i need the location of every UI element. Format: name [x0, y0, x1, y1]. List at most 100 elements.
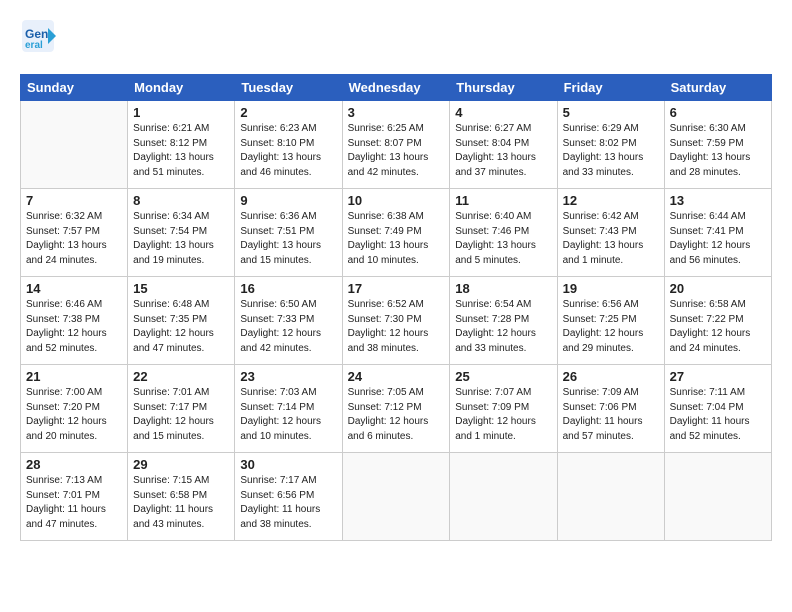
day-info: Sunrise: 6:29 AM Sunset: 8:02 PM Dayligh…	[563, 122, 659, 180]
column-header-saturday: Saturday	[664, 75, 771, 101]
calendar-cell: 12 Sunrise: 6:42 AM Sunset: 7:43 PM Dayli…	[557, 189, 664, 277]
day-info: Sunrise: 7:01 AM Sunset: 7:17 PM Dayligh…	[133, 386, 229, 444]
day-info: Sunrise: 6:42 AM Sunset: 7:43 PM Dayligh…	[563, 210, 659, 268]
calendar-cell: 1 Sunrise: 6:21 AM Sunset: 8:12 PM Daylig…	[128, 101, 235, 189]
day-info: Sunrise: 7:05 AM Sunset: 7:12 PM Dayligh…	[348, 386, 445, 444]
calendar-cell: 24 Sunrise: 7:05 AM Sunset: 7:12 PM Dayli…	[342, 365, 450, 453]
day-info: Sunrise: 6:44 AM Sunset: 7:41 PM Dayligh…	[670, 210, 766, 268]
calendar-cell: 15 Sunrise: 6:48 AM Sunset: 7:35 PM Dayli…	[128, 277, 235, 365]
day-number: 24	[348, 369, 445, 384]
calendar-cell: 6 Sunrise: 6:30 AM Sunset: 7:59 PM Daylig…	[664, 101, 771, 189]
calendar-cell: 27 Sunrise: 7:11 AM Sunset: 7:04 PM Dayli…	[664, 365, 771, 453]
day-info: Sunrise: 7:00 AM Sunset: 7:20 PM Dayligh…	[26, 386, 122, 444]
svg-text:Gen: Gen	[25, 27, 48, 41]
day-number: 14	[26, 281, 122, 296]
calendar-cell: 11Sunrise: 6:40 AM Sunset: 7:46 PM Dayli…	[450, 189, 557, 277]
calendar-cell: 9 Sunrise: 6:36 AM Sunset: 7:51 PM Daylig…	[235, 189, 342, 277]
day-info: Sunrise: 7:13 AM Sunset: 7:01 PM Dayligh…	[26, 474, 122, 532]
day-number: 18	[455, 281, 551, 296]
day-info: Sunrise: 7:15 AM Sunset: 6:58 PM Dayligh…	[133, 474, 229, 532]
column-header-tuesday: Tuesday	[235, 75, 342, 101]
day-info: Sunrise: 6:58 AM Sunset: 7:22 PM Dayligh…	[670, 298, 766, 356]
day-info: Sunrise: 7:17 AM Sunset: 6:56 PM Dayligh…	[240, 474, 336, 532]
calendar-cell: 4 Sunrise: 6:27 AM Sunset: 8:04 PM Daylig…	[450, 101, 557, 189]
day-number: 5	[563, 105, 659, 120]
day-number: 27	[670, 369, 766, 384]
week-row-1: 1 Sunrise: 6:21 AM Sunset: 8:12 PM Daylig…	[21, 101, 772, 189]
day-number: 21	[26, 369, 122, 384]
week-row-5: 28 Sunrise: 7:13 AM Sunset: 7:01 PM Dayli…	[21, 453, 772, 541]
column-header-thursday: Thursday	[450, 75, 557, 101]
day-number: 26	[563, 369, 659, 384]
day-info: Sunrise: 6:30 AM Sunset: 7:59 PM Dayligh…	[670, 122, 766, 180]
day-number: 9	[240, 193, 336, 208]
calendar-cell: 25 Sunrise: 7:07 AM Sunset: 7:09 PM Dayli…	[450, 365, 557, 453]
day-number: 28	[26, 457, 122, 472]
day-number: 11	[455, 193, 551, 208]
day-number: 30	[240, 457, 336, 472]
day-info: Sunrise: 7:11 AM Sunset: 7:04 PM Dayligh…	[670, 386, 766, 444]
column-header-wednesday: Wednesday	[342, 75, 450, 101]
calendar-cell	[664, 453, 771, 541]
day-number: 29	[133, 457, 229, 472]
day-info: Sunrise: 6:32 AM Sunset: 7:57 PM Dayligh…	[26, 210, 122, 268]
day-info: Sunrise: 6:23 AM Sunset: 8:10 PM Dayligh…	[240, 122, 336, 180]
column-header-monday: Monday	[128, 75, 235, 101]
calendar-cell	[557, 453, 664, 541]
logo: Gen eral	[20, 20, 60, 62]
calendar-cell: 20 Sunrise: 6:58 AM Sunset: 7:22 PM Dayli…	[664, 277, 771, 365]
day-info: Sunrise: 6:50 AM Sunset: 7:33 PM Dayligh…	[240, 298, 336, 356]
day-info: Sunrise: 7:09 AM Sunset: 7:06 PM Dayligh…	[563, 386, 659, 444]
day-number: 10	[348, 193, 445, 208]
calendar-cell: 29 Sunrise: 7:15 AM Sunset: 6:58 PM Dayli…	[128, 453, 235, 541]
calendar-cell: 7 Sunrise: 6:32 AM Sunset: 7:57 PM Daylig…	[21, 189, 128, 277]
calendar-cell: 18 Sunrise: 6:54 AM Sunset: 7:28 PM Dayli…	[450, 277, 557, 365]
calendar-cell: 26 Sunrise: 7:09 AM Sunset: 7:06 PM Dayli…	[557, 365, 664, 453]
day-number: 8	[133, 193, 229, 208]
calendar-cell: 5 Sunrise: 6:29 AM Sunset: 8:02 PM Daylig…	[557, 101, 664, 189]
calendar-cell: 28 Sunrise: 7:13 AM Sunset: 7:01 PM Dayli…	[21, 453, 128, 541]
calendar-cell: 2 Sunrise: 6:23 AM Sunset: 8:10 PM Daylig…	[235, 101, 342, 189]
day-number: 17	[348, 281, 445, 296]
calendar-cell: 3Sunrise: 6:25 AM Sunset: 8:07 PM Daylig…	[342, 101, 450, 189]
calendar-cell: 19 Sunrise: 6:56 AM Sunset: 7:25 PM Dayli…	[557, 277, 664, 365]
day-number: 2	[240, 105, 336, 120]
day-number: 12	[563, 193, 659, 208]
week-row-2: 7 Sunrise: 6:32 AM Sunset: 7:57 PM Daylig…	[21, 189, 772, 277]
day-number: 1	[133, 105, 229, 120]
day-number: 3	[348, 105, 445, 120]
logo-icon: Gen eral	[20, 18, 56, 60]
day-number: 15	[133, 281, 229, 296]
day-info: Sunrise: 6:36 AM Sunset: 7:51 PM Dayligh…	[240, 210, 336, 268]
calendar-cell: 16 Sunrise: 6:50 AM Sunset: 7:33 PM Dayli…	[235, 277, 342, 365]
calendar-cell: 13 Sunrise: 6:44 AM Sunset: 7:41 PM Dayli…	[664, 189, 771, 277]
calendar-cell: 8 Sunrise: 6:34 AM Sunset: 7:54 PM Daylig…	[128, 189, 235, 277]
day-info: Sunrise: 6:21 AM Sunset: 8:12 PM Dayligh…	[133, 122, 229, 180]
day-info: Sunrise: 7:07 AM Sunset: 7:09 PM Dayligh…	[455, 386, 551, 444]
day-info: Sunrise: 6:48 AM Sunset: 7:35 PM Dayligh…	[133, 298, 229, 356]
day-number: 25	[455, 369, 551, 384]
day-number: 7	[26, 193, 122, 208]
column-header-friday: Friday	[557, 75, 664, 101]
day-info: Sunrise: 6:34 AM Sunset: 7:54 PM Dayligh…	[133, 210, 229, 268]
day-info: Sunrise: 6:56 AM Sunset: 7:25 PM Dayligh…	[563, 298, 659, 356]
calendar-cell: 22 Sunrise: 7:01 AM Sunset: 7:17 PM Dayli…	[128, 365, 235, 453]
day-info: Sunrise: 6:54 AM Sunset: 7:28 PM Dayligh…	[455, 298, 551, 356]
day-number: 22	[133, 369, 229, 384]
day-number: 4	[455, 105, 551, 120]
week-row-4: 21 Sunrise: 7:00 AM Sunset: 7:20 PM Dayli…	[21, 365, 772, 453]
svg-text:eral: eral	[25, 40, 43, 51]
day-number: 16	[240, 281, 336, 296]
column-header-sunday: Sunday	[21, 75, 128, 101]
week-row-3: 14 Sunrise: 6:46 AM Sunset: 7:38 PM Dayli…	[21, 277, 772, 365]
day-number: 20	[670, 281, 766, 296]
day-number: 13	[670, 193, 766, 208]
day-number: 23	[240, 369, 336, 384]
day-info: Sunrise: 6:46 AM Sunset: 7:38 PM Dayligh…	[26, 298, 122, 356]
day-number: 6	[670, 105, 766, 120]
calendar-header-row: SundayMondayTuesdayWednesdayThursdayFrid…	[21, 75, 772, 101]
day-info: Sunrise: 6:27 AM Sunset: 8:04 PM Dayligh…	[455, 122, 551, 180]
day-info: Sunrise: 7:03 AM Sunset: 7:14 PM Dayligh…	[240, 386, 336, 444]
day-number: 19	[563, 281, 659, 296]
day-info: Sunrise: 6:38 AM Sunset: 7:49 PM Dayligh…	[348, 210, 445, 268]
